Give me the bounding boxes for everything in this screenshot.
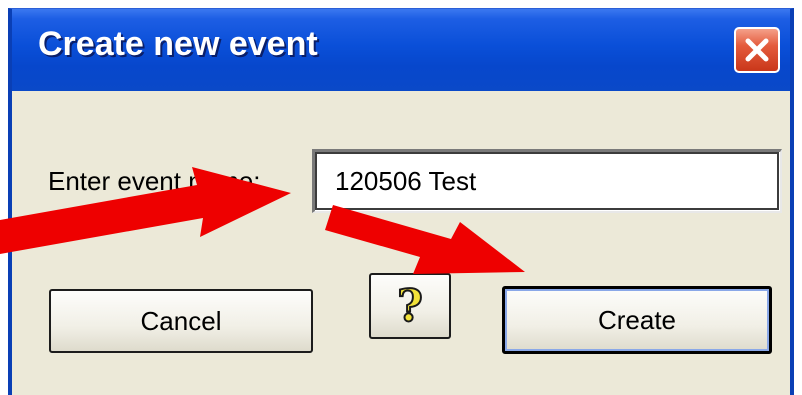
- close-icon: [745, 38, 769, 62]
- create-button-label: Create: [597, 304, 677, 335]
- create-event-dialog: Create new event Enter event name: Cance…: [8, 8, 794, 395]
- svg-text:?: ?: [397, 281, 423, 331]
- cancel-button-label: Cancel: [140, 305, 222, 336]
- title-bar[interactable]: Create new event: [12, 9, 790, 91]
- help-button[interactable]: ?: [369, 273, 451, 339]
- cancel-button[interactable]: Cancel: [49, 289, 313, 353]
- dialog-title: Create new event: [38, 25, 318, 63]
- create-button[interactable]: Create: [502, 286, 772, 354]
- event-name-input[interactable]: [312, 149, 782, 213]
- question-mark-icon: ?: [396, 281, 424, 331]
- close-button[interactable]: [734, 27, 780, 73]
- event-name-label: Enter event name:: [48, 166, 261, 196]
